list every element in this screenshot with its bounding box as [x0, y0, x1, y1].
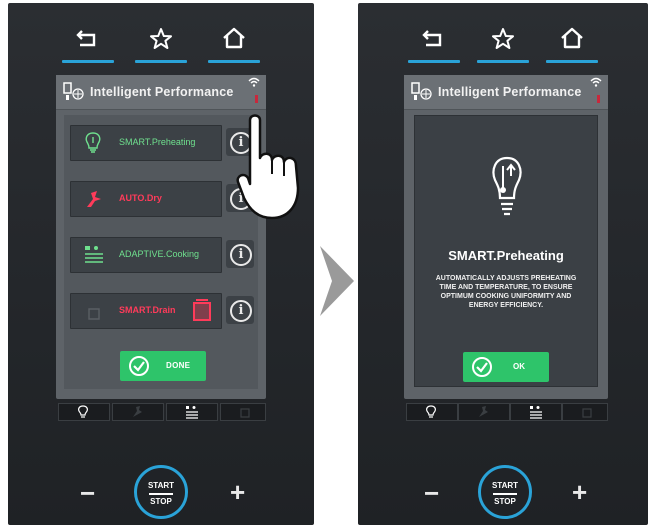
info-button-smart-drain[interactable]: i: [226, 296, 254, 324]
left-screen: Intelligent Performance SMART.Preheating…: [56, 75, 266, 399]
start-label: START: [147, 481, 175, 490]
list-item-adaptive-cooking[interactable]: ADAPTIVE.Cooking: [70, 237, 222, 273]
bulb-thermometer-icon: [85, 132, 101, 153]
favorites-button[interactable]: [131, 25, 191, 63]
dialog-description: AUTOMATICALLY ADJUSTS PREHEATING TIME AN…: [435, 275, 577, 309]
wifi-icon: [590, 77, 602, 87]
increase-button[interactable]: +: [230, 479, 245, 505]
right-device-panel: Intelligent Performance SMART.Preheating…: [358, 3, 648, 525]
check-circle-icon: [129, 356, 149, 376]
home-button[interactable]: [204, 25, 264, 63]
adaptive-cooking-icon: [530, 406, 542, 419]
start-stop-button[interactable]: START STOP: [134, 465, 188, 519]
list-item-smart-drain[interactable]: SMART.Drain: [70, 293, 222, 329]
fan-icon: [87, 191, 101, 207]
stop-label: STOP: [150, 497, 172, 506]
ok-button[interactable]: OK: [463, 352, 549, 382]
screen-header: Intelligent Performance: [404, 75, 608, 110]
start-label: START: [491, 481, 519, 490]
header-title: Intelligent Performance: [90, 85, 234, 99]
list-item-auto-dry[interactable]: AUTO.Dry: [70, 181, 222, 217]
info-icon: i: [230, 244, 252, 266]
wifi-icon: [248, 77, 260, 87]
info-button-adaptive-cooking[interactable]: i: [226, 240, 254, 268]
drain-icon: [582, 408, 592, 418]
tab-auto-dry[interactable]: [458, 403, 510, 421]
screen-header: Intelligent Performance: [56, 75, 266, 110]
list-item-smart-preheating[interactable]: SMART.Preheating: [70, 125, 222, 161]
oven-controls: − START STOP +: [358, 465, 648, 519]
star-icon: [150, 28, 172, 49]
tab-smart-preheating[interactable]: [406, 403, 458, 421]
header-title: Intelligent Performance: [438, 85, 582, 99]
bulb-icon: [78, 405, 88, 418]
start-stop-button[interactable]: START STOP: [478, 465, 532, 519]
tab-smart-drain[interactable]: [220, 403, 266, 421]
bottom-tabs: [404, 403, 608, 421]
ok-label: OK: [513, 362, 525, 371]
tap-hand-icon: [236, 114, 300, 220]
decrease-button[interactable]: −: [80, 480, 95, 506]
feature-list: SMART.Preheating i AUTO.Dry i ADAPTIVE.C…: [64, 115, 258, 389]
list-item-label: AUTO.Dry: [119, 193, 162, 203]
bulb-thermometer-icon: [492, 156, 522, 216]
tab-adaptive-cooking[interactable]: [510, 403, 562, 421]
top-nav: [404, 25, 602, 65]
fan-icon: [133, 406, 142, 417]
increase-button[interactable]: +: [572, 479, 587, 505]
stop-label: STOP: [494, 497, 516, 506]
tab-auto-dry[interactable]: [112, 403, 164, 421]
dialog-title: SMART.Preheating: [448, 248, 564, 263]
check-circle-icon: [472, 357, 492, 377]
list-item-label: SMART.Drain: [119, 305, 176, 315]
home-button[interactable]: [542, 25, 602, 63]
fan-icon: [479, 406, 488, 417]
alert-indicator: [597, 95, 600, 103]
bulb-icon: [426, 405, 436, 418]
tab-smart-drain[interactable]: [562, 403, 608, 421]
back-button[interactable]: [404, 25, 464, 63]
star-icon: [492, 28, 514, 49]
list-item-label: SMART.Preheating: [119, 137, 196, 147]
info-icon: i: [230, 300, 252, 322]
back-icon: [422, 30, 442, 47]
drain-tank-icon: [193, 299, 211, 321]
back-button[interactable]: [58, 25, 118, 63]
adaptive-cooking-icon: [186, 406, 198, 419]
left-device-panel: Intelligent Performance SMART.Preheating…: [8, 3, 314, 525]
tab-smart-preheating[interactable]: [58, 403, 110, 421]
done-label: DONE: [166, 361, 191, 370]
done-button[interactable]: DONE: [120, 351, 206, 381]
drain-icon: [240, 408, 250, 418]
intelligent-performance-icon: [411, 82, 432, 100]
right-screen: Intelligent Performance SMART.Preheating…: [404, 75, 608, 399]
drain-icon: [88, 308, 100, 320]
tab-adaptive-cooking[interactable]: [166, 403, 218, 421]
oven-controls: − START STOP +: [8, 465, 314, 519]
bottom-tabs: [56, 403, 266, 421]
transition-arrow-icon: [320, 246, 354, 316]
info-dialog: SMART.Preheating AUTOMATICALLY ADJUSTS P…: [414, 115, 598, 387]
back-icon: [76, 30, 96, 47]
decrease-button[interactable]: −: [424, 480, 439, 506]
favorites-button[interactable]: [473, 25, 533, 63]
intelligent-performance-icon: [63, 82, 84, 100]
alert-indicator: [255, 95, 258, 103]
home-icon: [561, 27, 583, 49]
home-icon: [223, 27, 245, 49]
adaptive-cooking-icon: [85, 246, 103, 263]
list-item-label: ADAPTIVE.Cooking: [119, 249, 200, 259]
top-nav: [58, 25, 264, 65]
